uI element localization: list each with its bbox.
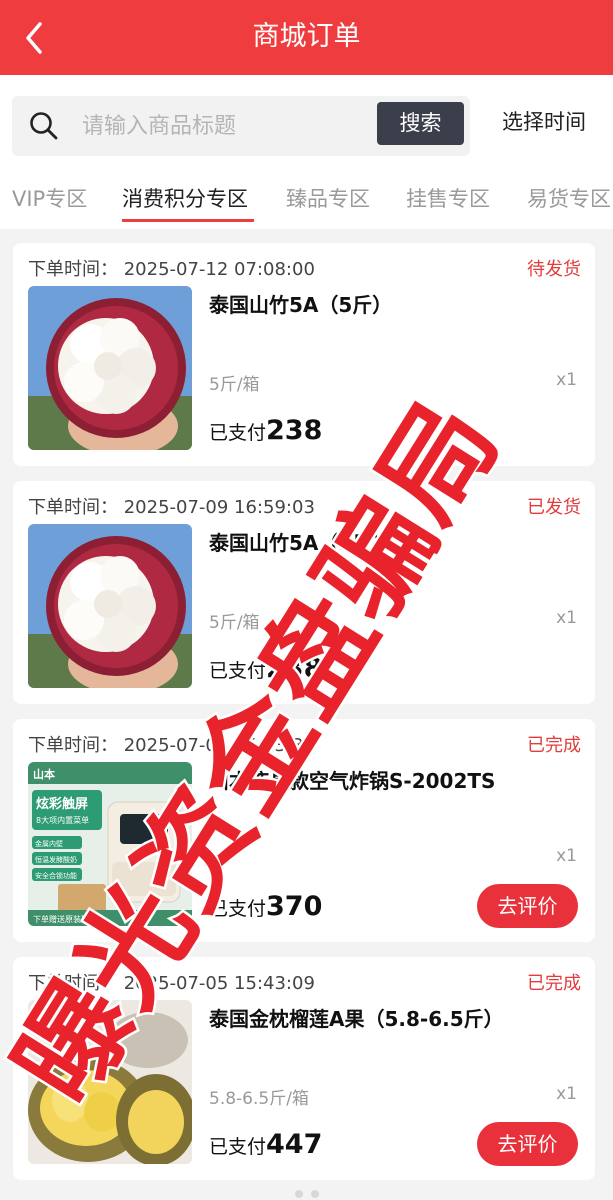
product-quantity: x1: [556, 846, 577, 866]
order-card[interactable]: 下单时间： 2025-07-05 15:43:32 已完成 山本 炫彩触屏 8大…: [13, 719, 595, 942]
image-feature-text: 安全合锁功能: [35, 871, 77, 880]
image-headline-text: 炫彩触屏: [36, 796, 88, 812]
select-time-button[interactable]: 选择时间: [502, 106, 586, 136]
pager-dot: [310, 1190, 319, 1198]
order-status: 待发货: [527, 259, 581, 280]
product-name[interactable]: 泰国山竹5A（5斤）: [209, 527, 392, 556]
tab-premium[interactable]: 臻品专区: [286, 183, 370, 213]
product-quantity: x1: [556, 608, 577, 628]
product-image-mangosteen[interactable]: [28, 286, 192, 450]
product-image-air-fryer[interactable]: 山本 炫彩触屏 8大项内置菜单 金属内壁 恒温发酵酸奶 安全合锁功能 下单赠送原…: [28, 762, 192, 926]
search-icon: [28, 110, 60, 142]
product-spec: 5.8-6.5斤/箱: [209, 1089, 309, 1109]
tab-barter[interactable]: 易货专区: [527, 183, 611, 213]
review-button[interactable]: 去评价: [477, 884, 578, 928]
amount-value: 238: [266, 653, 323, 684]
order-time: 下单时间： 2025-07-05 15:43:09: [28, 973, 315, 994]
order-time: 下单时间： 2025-07-05 15:43:32: [28, 735, 315, 756]
search-button[interactable]: 搜索: [377, 102, 464, 145]
tab-consignment[interactable]: 挂售专区: [406, 183, 490, 213]
page-title: 商城订单: [252, 21, 361, 52]
amount-value: 370: [266, 891, 323, 922]
order-time: 下单时间： 2025-07-12 07:08:00: [28, 259, 315, 280]
active-tab-indicator: [122, 219, 254, 222]
pager-dots: [0, 1183, 613, 1200]
search-input[interactable]: [82, 104, 372, 148]
review-button[interactable]: 去评价: [477, 1122, 578, 1166]
image-sub-text: 8大项内置菜单: [36, 815, 89, 825]
product-quantity: x1: [556, 1084, 577, 1104]
order-card[interactable]: 下单时间： 2025-07-09 16:59:03 已发货 泰国山竹5A（5斤）…: [13, 481, 595, 704]
category-tabs: VIP专区 消费积分专区 臻品专区 挂售专区 易货专区: [0, 167, 613, 229]
product-image-durian[interactable]: [28, 1000, 192, 1164]
product-name[interactable]: 山本液晶款空气炸锅S-2002TS: [209, 765, 495, 794]
tab-vip[interactable]: VIP专区: [12, 183, 87, 213]
pager-dot: [294, 1190, 303, 1198]
top-bar: 商城订单: [0, 0, 613, 75]
search-box: 搜索: [12, 96, 470, 156]
amount-value: 447: [266, 1129, 323, 1160]
product-name[interactable]: 泰国山竹5A（5斤）: [209, 289, 392, 318]
paid-amount: 已支付370: [209, 891, 323, 922]
product-image-mangosteen[interactable]: [28, 524, 192, 688]
paid-amount: 已支付238: [209, 653, 323, 684]
image-feature-text: 恒温发酵酸奶: [35, 855, 77, 864]
paid-amount: 已支付447: [209, 1129, 323, 1160]
product-spec: 5斤/箱: [209, 613, 260, 633]
amount-value: 238: [266, 415, 323, 446]
order-status: 已完成: [527, 735, 581, 756]
product-spec: 5斤/箱: [209, 375, 260, 395]
search-row: 搜索 选择时间: [0, 75, 613, 167]
order-status: 已发货: [527, 497, 581, 518]
order-card[interactable]: 下单时间： 2025-07-05 15:43:09 已完成 泰国金枕榴莲A果（5…: [13, 957, 595, 1180]
image-feature-text: 金属内壁: [35, 839, 63, 848]
image-bottom-text: 下单赠送原装碗: [33, 914, 89, 924]
product-quantity: x1: [556, 370, 577, 390]
tab-points[interactable]: 消费积分专区: [122, 183, 248, 213]
order-card[interactable]: 下单时间： 2025-07-12 07:08:00 待发货 泰国山竹5A（5斤）…: [13, 243, 595, 466]
order-time: 下单时间： 2025-07-09 16:59:03: [28, 497, 315, 518]
image-brand-text: 山本: [33, 767, 55, 781]
paid-amount: 已支付238: [209, 415, 323, 446]
product-name[interactable]: 泰国金枕榴莲A果（5.8-6.5斤）: [209, 1003, 504, 1032]
order-status: 已完成: [527, 973, 581, 994]
